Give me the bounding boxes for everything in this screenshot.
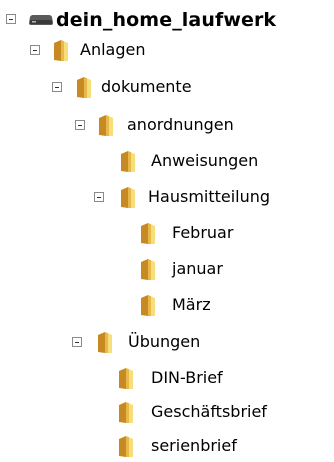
folder-icon xyxy=(141,223,155,244)
root-label: dein_home_laufwerk xyxy=(56,9,277,31)
folder-icon xyxy=(121,187,135,208)
tree-item-label: Anweisungen xyxy=(151,151,259,170)
folder-icon xyxy=(99,115,113,136)
folder-icon xyxy=(121,151,135,172)
folder-icon xyxy=(54,40,68,61)
tree-item-februar[interactable]: Februar xyxy=(0,217,334,249)
tree-item-geschaeftsbrief[interactable]: Geschäftsbrief xyxy=(0,396,334,428)
tree-root[interactable]: dein_home_laufwerk xyxy=(0,4,334,36)
tree-item-dokumente[interactable]: dokumente xyxy=(0,71,334,103)
collapse-toggle[interactable] xyxy=(72,337,82,347)
tree-item-label: serienbrief xyxy=(151,436,237,455)
collapse-toggle[interactable] xyxy=(75,120,85,130)
tree-item-label: Geschäftsbrief xyxy=(151,402,267,421)
tree-item-label: dokumente xyxy=(101,77,192,96)
tree-item-label: Februar xyxy=(172,223,234,242)
folder-icon xyxy=(141,259,155,280)
drive-icon xyxy=(29,15,53,25)
tree-item-maerz[interactable]: März xyxy=(0,289,334,321)
folder-icon xyxy=(119,436,133,457)
tree-item-anlagen[interactable]: Anlagen xyxy=(0,34,334,66)
tree-item-label: Hausmitteilung xyxy=(148,187,271,206)
collapse-toggle[interactable] xyxy=(30,45,40,55)
tree-item-label: März xyxy=(172,295,211,314)
tree-item-label: Anlagen xyxy=(80,40,146,59)
tree-item-label: DIN-Brief xyxy=(151,368,223,387)
tree-item-anordnungen[interactable]: anordnungen xyxy=(0,109,334,141)
collapse-toggle[interactable] xyxy=(52,82,62,92)
tree-item-label: januar xyxy=(172,259,223,278)
collapse-toggle[interactable] xyxy=(6,14,16,24)
folder-icon xyxy=(77,77,91,98)
tree-item-hausmitteilung[interactable]: Hausmitteilung xyxy=(0,181,334,213)
tree-item-serienbrief[interactable]: serienbrief xyxy=(0,430,334,462)
folder-icon xyxy=(119,368,133,389)
tree-item-januar[interactable]: januar xyxy=(0,253,334,285)
folder-icon xyxy=(98,332,112,353)
tree-item-label: anordnungen xyxy=(127,115,234,134)
folder-icon xyxy=(119,402,133,423)
tree-item-uebungen[interactable]: Übungen xyxy=(0,326,334,358)
folder-icon xyxy=(141,295,155,316)
tree-item-label: Übungen xyxy=(128,332,201,351)
tree-item-anweisungen[interactable]: Anweisungen xyxy=(0,145,334,177)
tree-item-din-brief[interactable]: DIN-Brief xyxy=(0,362,334,394)
collapse-toggle[interactable] xyxy=(94,192,104,202)
